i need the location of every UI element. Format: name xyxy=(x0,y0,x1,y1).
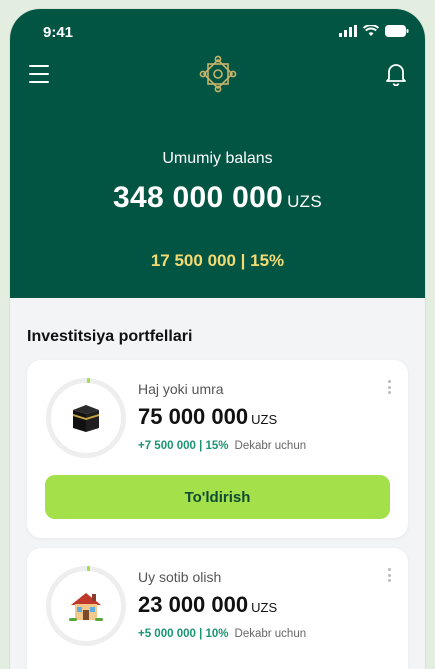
battery-icon xyxy=(385,25,409,37)
progress-ring xyxy=(46,378,126,458)
section-title: Investitsiya portfellari xyxy=(27,328,193,345)
signal-icon xyxy=(339,25,357,37)
portfolio-meta: +7 500 000 | 15% Dekabr uchun xyxy=(138,440,306,452)
portfolio-amount: 75 000 000 UZS xyxy=(138,404,277,430)
balance-amount: 348 000 000 UZS xyxy=(10,181,425,215)
portfolio-amount: 23 000 000 UZS xyxy=(138,592,277,618)
kaaba-icon xyxy=(73,405,99,432)
balance-header: 9:41 Umumiy balans 348 000 000 UZS 17 50… xyxy=(10,9,425,298)
portfolio-amount-value: 75 000 000 xyxy=(138,404,249,429)
balance-profit: 17 500 000 | 15% xyxy=(150,251,285,270)
more-options-icon[interactable] xyxy=(388,568,392,584)
balance-amount-value: 348 000 000 xyxy=(112,181,284,214)
portfolio-amount-value: 23 000 000 xyxy=(138,592,249,617)
progress-ring xyxy=(46,566,126,646)
portfolio-meta: +5 000 000 | 10% Dekabr uchun xyxy=(138,628,306,640)
portfolio-currency: UZS xyxy=(251,600,278,615)
house-icon xyxy=(69,593,103,621)
portfolio-period: Dekabr uchun xyxy=(234,628,307,640)
phone-screen: 9:41 Umumiy balans 348 000 000 UZS 17 50… xyxy=(10,9,425,669)
portfolio-card-house[interactable]: Uy sotib olish 23 000 000 UZS +5 000 000 … xyxy=(27,548,408,669)
bell-icon[interactable] xyxy=(385,62,407,86)
menu-icon[interactable] xyxy=(29,65,49,83)
portfolio-title: Uy sotib olish xyxy=(138,569,222,585)
portfolio-gain: +7 500 000 | 15% xyxy=(138,440,229,452)
balance-currency: UZS xyxy=(287,192,323,211)
portfolio-currency: UZS xyxy=(251,412,278,427)
portfolio-gain: +5 000 000 | 10% xyxy=(138,628,229,640)
portfolio-card-hajj[interactable]: Haj yoki umra 75 000 000 UZS +7 500 000 |… xyxy=(27,360,408,538)
status-icons xyxy=(339,25,409,37)
portfolio-period: Dekabr uchun xyxy=(234,440,307,452)
wifi-icon xyxy=(363,25,379,36)
portfolio-title: Haj yoki umra xyxy=(138,381,224,397)
topup-button[interactable]: To'ldirish xyxy=(45,475,390,519)
logo-icon xyxy=(199,55,237,93)
more-options-icon[interactable] xyxy=(388,380,392,396)
balance-label: Umumiy balans xyxy=(162,150,273,167)
status-time: 9:41 xyxy=(43,24,74,41)
